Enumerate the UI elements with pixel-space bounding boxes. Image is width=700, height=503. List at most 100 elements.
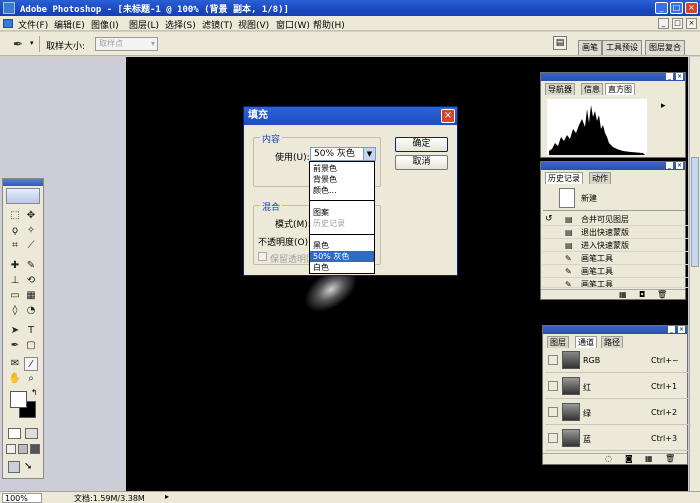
- doc-close-button[interactable]: ×: [686, 18, 697, 29]
- chevron-down-icon[interactable]: ▼: [363, 148, 375, 160]
- magic-wand-icon[interactable]: ✧: [24, 224, 38, 238]
- doc-minimize-button[interactable]: _: [658, 18, 669, 29]
- minimize-icon[interactable]: _: [666, 162, 673, 169]
- shape-icon[interactable]: ▢: [24, 339, 38, 353]
- close-icon[interactable]: ×: [676, 162, 683, 169]
- palette-header[interactable]: [543, 326, 687, 334]
- menu-select[interactable]: 选择(S): [165, 18, 196, 31]
- new-channel-icon[interactable]: ▦: [645, 454, 653, 463]
- tab-histogram[interactable]: 直方图: [605, 83, 635, 95]
- marquee-icon[interactable]: ⬚: [8, 209, 22, 223]
- healing-brush-icon[interactable]: ✚: [8, 259, 22, 273]
- palette-menu-icon[interactable]: ▸: [661, 101, 671, 111]
- menu-window[interactable]: 窗口(W): [276, 18, 310, 31]
- option-50-gray[interactable]: 50% 灰色: [310, 251, 374, 262]
- menu-image[interactable]: 图像(I): [91, 18, 119, 31]
- sample-size-select[interactable]: 取样点 ▾: [95, 37, 158, 51]
- well-tab-tool-presets[interactable]: 工具预设: [602, 40, 642, 55]
- channel-row[interactable]: RGB Ctrl+~: [545, 348, 691, 373]
- chevron-down-icon[interactable]: ▾: [30, 39, 34, 47]
- move-icon[interactable]: ✥: [24, 209, 38, 223]
- history-brush-icon[interactable]: ⟲: [24, 274, 38, 288]
- history-item[interactable]: ▤ 进入快速蒙版: [543, 239, 689, 252]
- visibility-eye-icon[interactable]: [548, 407, 558, 417]
- zoom-icon[interactable]: ⌕: [24, 372, 38, 386]
- snapshot-row[interactable]: 新建: [543, 186, 685, 211]
- close-button[interactable]: ×: [685, 2, 698, 14]
- minimize-icon[interactable]: _: [666, 73, 673, 80]
- visibility-eye-icon[interactable]: [548, 381, 558, 391]
- well-tab-brushes[interactable]: 画笔: [578, 40, 602, 55]
- channel-row[interactable]: 绿 Ctrl+2: [545, 400, 691, 425]
- clone-stamp-icon[interactable]: ⊥: [8, 274, 22, 288]
- load-selection-icon[interactable]: ◌: [605, 454, 612, 463]
- toolbox-header[interactable]: [3, 179, 43, 186]
- jump-to-imageready-icon[interactable]: [8, 461, 20, 473]
- trash-icon[interactable]: 🗑: [657, 290, 667, 299]
- eyedropper-icon[interactable]: ✒: [13, 37, 23, 51]
- pen-icon[interactable]: ✒: [8, 339, 22, 353]
- screen-mode-full-icon[interactable]: [30, 444, 40, 454]
- history-item[interactable]: ✎ 画笔工具: [543, 252, 689, 265]
- brush-icon[interactable]: ✎: [24, 259, 38, 273]
- eraser-icon[interactable]: ▭: [8, 289, 22, 303]
- cancel-button[interactable]: 取消: [395, 155, 448, 170]
- channel-row[interactable]: 红 Ctrl+1: [545, 374, 691, 399]
- option-color[interactable]: 颜色...: [310, 185, 374, 196]
- option-black[interactable]: 黑色: [310, 240, 374, 251]
- save-selection-icon[interactable]: ◙: [625, 454, 633, 463]
- adobe-logo-icon[interactable]: [6, 188, 40, 204]
- lasso-icon[interactable]: ϙ: [8, 224, 22, 238]
- path-selection-icon[interactable]: ➤: [8, 324, 22, 338]
- menu-layer[interactable]: 图层(L): [129, 18, 159, 31]
- file-browser-icon[interactable]: ▤: [553, 36, 567, 50]
- option-pattern[interactable]: 图案: [310, 207, 374, 218]
- menu-file[interactable]: 文件(F): [18, 18, 48, 31]
- history-brush-source-icon[interactable]: ↺: [545, 213, 553, 226]
- imageready-arrow-icon[interactable]: ➘: [24, 461, 38, 473]
- history-item[interactable]: ↺ ▤ 合并可见图层: [543, 213, 689, 226]
- menu-edit[interactable]: 编辑(E): [54, 18, 85, 31]
- blur-icon[interactable]: ◊: [8, 304, 22, 318]
- palette-header[interactable]: [541, 73, 685, 81]
- status-menu-icon[interactable]: ▸: [165, 492, 169, 501]
- preserve-transparency-checkbox[interactable]: [258, 252, 267, 261]
- close-icon[interactable]: ×: [676, 73, 683, 80]
- doc-restore-button[interactable]: □: [672, 18, 683, 29]
- scrollbar-thumb[interactable]: [691, 157, 699, 267]
- hand-icon[interactable]: ✋: [8, 372, 22, 386]
- swap-colors-icon[interactable]: ↰: [31, 388, 38, 397]
- new-document-icon[interactable]: ▦: [619, 290, 627, 299]
- tab-layers[interactable]: 图层: [547, 336, 569, 348]
- option-background[interactable]: 背景色: [310, 174, 374, 185]
- crop-icon[interactable]: ⌗: [8, 239, 22, 253]
- visibility-eye-icon[interactable]: [548, 433, 558, 443]
- close-icon[interactable]: ×: [678, 326, 685, 333]
- tab-channels[interactable]: 通道: [575, 336, 597, 348]
- foreground-color-swatch[interactable]: [10, 391, 27, 408]
- tab-actions[interactable]: 动作: [589, 172, 611, 184]
- eyedropper-tool-icon[interactable]: ⁄: [24, 357, 38, 371]
- camera-icon[interactable]: ◘: [639, 290, 645, 299]
- type-icon[interactable]: T: [24, 324, 38, 338]
- gradient-icon[interactable]: ▦: [24, 289, 38, 303]
- dialog-close-button[interactable]: ×: [441, 109, 455, 123]
- notes-icon[interactable]: ✉: [8, 357, 22, 371]
- palette-header[interactable]: [541, 162, 685, 170]
- ok-button[interactable]: 确定: [395, 137, 448, 152]
- tab-info[interactable]: 信息: [581, 83, 603, 95]
- visibility-eye-icon[interactable]: [548, 355, 558, 365]
- menu-help[interactable]: 帮助(H): [313, 18, 345, 31]
- option-foreground[interactable]: 前景色: [310, 163, 374, 174]
- screen-mode-menubar-icon[interactable]: [18, 444, 28, 454]
- use-select[interactable]: 50% 灰色 ▼: [310, 147, 376, 161]
- maximize-button[interactable]: □: [670, 2, 683, 14]
- standard-mode-icon[interactable]: [8, 428, 21, 439]
- minimize-icon[interactable]: _: [668, 326, 675, 333]
- menu-view[interactable]: 视图(V): [238, 18, 269, 31]
- history-item[interactable]: ▤ 退出快速蒙版: [543, 226, 689, 239]
- dodge-icon[interactable]: ◔: [24, 304, 38, 318]
- menu-filter[interactable]: 滤镜(T): [202, 18, 233, 31]
- tab-navigator[interactable]: 导航器: [545, 83, 575, 95]
- option-white[interactable]: 白色: [310, 262, 374, 273]
